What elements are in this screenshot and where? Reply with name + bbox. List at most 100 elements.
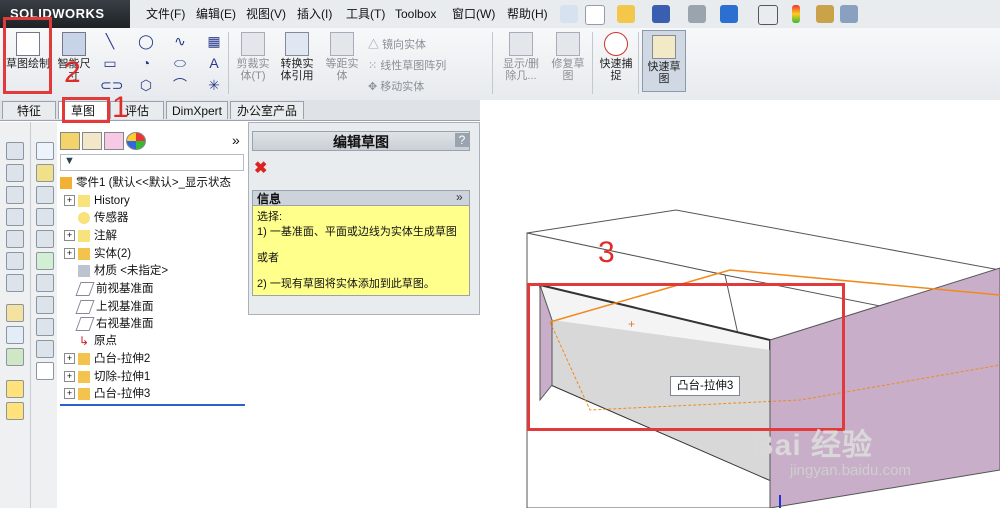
- info-section-header[interactable]: 信息: [252, 190, 470, 206]
- menu-window[interactable]: 窗口(W): [452, 0, 495, 28]
- filter-icon: ▼: [64, 155, 75, 167]
- tab-features[interactable]: 特征: [2, 101, 56, 119]
- loft-icon[interactable]: [6, 208, 24, 226]
- point-icon[interactable]: ✳: [204, 76, 224, 94]
- sheetmetal-icon[interactable]: [36, 296, 54, 314]
- tree-item-cut-extrude1[interactable]: + 切除-拉伸1: [64, 369, 150, 385]
- quick-snaps-button[interactable]: 快速捕捉: [596, 32, 636, 90]
- configuration-manager-tab-icon[interactable]: [104, 132, 124, 150]
- tree-item-boss-extrude2[interactable]: + 凸台-拉伸2: [64, 351, 150, 367]
- pin-icon[interactable]: [560, 5, 578, 23]
- options-icon[interactable]: [840, 5, 858, 23]
- menu-tools[interactable]: 工具(T): [346, 0, 385, 28]
- expand-icon[interactable]: +: [64, 388, 75, 400]
- display-delete-relations-button[interactable]: 显示/删除几...: [498, 32, 544, 90]
- expand-icon[interactable]: +: [64, 353, 75, 365]
- rollback-bar[interactable]: [60, 404, 245, 406]
- linear-pattern-button[interactable]: ⁙ 线性草图阵列: [368, 57, 446, 73]
- view-icon[interactable]: [36, 208, 54, 226]
- section-icon[interactable]: [36, 230, 54, 248]
- expand-icon[interactable]: +: [64, 248, 75, 260]
- select-cursor-icon[interactable]: [758, 5, 778, 25]
- mirror-entities-button[interactable]: △ 镜向实体: [368, 36, 426, 52]
- bom-icon[interactable]: [36, 362, 54, 380]
- tree-item-right-plane[interactable]: 右视基准面: [75, 316, 154, 332]
- grid-icon[interactable]: ▦: [204, 32, 224, 50]
- info-line: 或者: [257, 252, 279, 264]
- tree-item-annotations[interactable]: + 注解: [64, 228, 117, 244]
- menu-edit[interactable]: 编辑(E): [196, 0, 236, 28]
- tree-item-boss-extrude3[interactable]: + 凸台-拉伸3: [64, 386, 150, 402]
- config-manager-icon[interactable]: [6, 402, 24, 420]
- polygon-icon[interactable]: ⬡: [136, 76, 156, 94]
- tree-item-material[interactable]: 材质 <未指定>: [78, 263, 168, 279]
- rapid-sketch-button[interactable]: 快速草图: [642, 30, 686, 92]
- menu-help[interactable]: 帮助(H): [507, 0, 548, 28]
- help-icon[interactable]: ?: [455, 133, 469, 147]
- feature-manager-icon[interactable]: [6, 380, 24, 398]
- relations-side-icon[interactable]: [6, 348, 24, 366]
- open-folder-icon[interactable]: [617, 5, 635, 23]
- weldment-icon[interactable]: [36, 318, 54, 336]
- tree-item-origin[interactable]: ↳ 原点: [78, 333, 117, 349]
- table-icon[interactable]: [36, 142, 54, 160]
- tree-item-history[interactable]: + History: [64, 193, 130, 209]
- expand-panel-icon[interactable]: »: [232, 132, 240, 148]
- expand-icon[interactable]: +: [64, 371, 75, 383]
- tree-item-solid-bodies[interactable]: + 实体(2): [64, 246, 131, 262]
- menu-insert[interactable]: 插入(I): [297, 0, 332, 28]
- file-properties-icon[interactable]: [816, 5, 834, 23]
- tree-item-sensors[interactable]: 传感器: [78, 210, 129, 226]
- new-file-icon[interactable]: [585, 5, 605, 25]
- expand-icon[interactable]: +: [64, 195, 75, 207]
- drawing-icon[interactable]: [36, 186, 54, 204]
- tab-dimxpert[interactable]: DimXpert: [166, 101, 228, 119]
- expand-icon[interactable]: +: [64, 230, 75, 242]
- rectangle-icon[interactable]: ▭: [100, 54, 120, 72]
- print-icon[interactable]: [688, 5, 706, 23]
- surface-icon[interactable]: [36, 340, 54, 358]
- extrude-icon[interactable]: [6, 142, 24, 160]
- rebuild-icon[interactable]: [792, 5, 800, 23]
- tree-part-root[interactable]: 零件1 (默认<<默认>_显示状态: [60, 175, 231, 191]
- collapse-icon[interactable]: »: [456, 190, 463, 204]
- sweep-icon[interactable]: [6, 186, 24, 204]
- mold-icon[interactable]: [36, 274, 54, 292]
- fillet-icon[interactable]: ⌒: [170, 76, 190, 94]
- spline-icon[interactable]: ∿: [170, 32, 190, 50]
- text-icon[interactable]: A: [204, 54, 224, 72]
- chamfer-icon[interactable]: [6, 274, 24, 292]
- check-icon[interactable]: [36, 252, 54, 270]
- tree-item-front-plane[interactable]: 前视基准面: [75, 281, 154, 297]
- trim-entities-button[interactable]: 剪裁实体(T): [232, 32, 274, 90]
- feature-manager-tab-icon[interactable]: [60, 132, 80, 150]
- arc-icon[interactable]: ◔: [136, 54, 156, 72]
- menu-file[interactable]: 文件(F): [146, 0, 185, 28]
- plane-icon: [75, 281, 95, 296]
- tree-item-label: 凸台-拉伸2: [94, 353, 151, 365]
- cut-icon[interactable]: [6, 230, 24, 248]
- menu-toolbox[interactable]: Toolbox: [395, 0, 436, 28]
- revolve-icon[interactable]: [6, 164, 24, 182]
- menu-view[interactable]: 视图(V): [246, 0, 286, 28]
- circle-icon[interactable]: ◯: [136, 32, 156, 50]
- move-entities-button[interactable]: ✥ 移动实体: [368, 78, 424, 94]
- convert-entities-button[interactable]: 转换实体引用: [276, 32, 318, 90]
- display-manager-tab-icon[interactable]: [126, 132, 146, 150]
- offset-entities-button[interactable]: 等距实体: [322, 32, 362, 90]
- cancel-icon[interactable]: ✖: [254, 158, 267, 178]
- fillet-feature-icon[interactable]: [6, 252, 24, 270]
- assembly-icon[interactable]: [36, 164, 54, 182]
- undo-icon[interactable]: [720, 5, 738, 23]
- save-icon[interactable]: [652, 5, 670, 23]
- tree-filter[interactable]: ▼: [60, 154, 244, 171]
- line-icon[interactable]: ╲: [100, 32, 120, 50]
- ellipse-icon[interactable]: ⬭: [170, 54, 190, 72]
- tree-item-top-plane[interactable]: 上视基准面: [75, 299, 154, 315]
- tab-office-products[interactable]: 办公室产品: [230, 101, 304, 119]
- mirror-label: 镜向实体: [382, 39, 427, 51]
- repair-sketch-button[interactable]: 修复草图: [548, 32, 588, 90]
- property-manager-tab-icon[interactable]: [82, 132, 102, 150]
- smart-dim-side-icon[interactable]: [6, 326, 24, 344]
- sketch-edit-icon[interactable]: [6, 304, 24, 322]
